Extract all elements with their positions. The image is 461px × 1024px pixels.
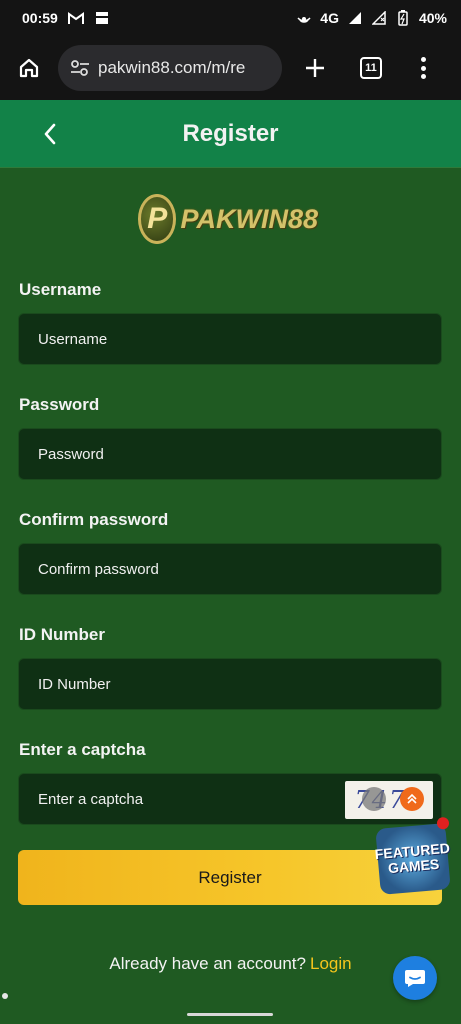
id-number-label: ID Number (19, 625, 105, 644)
signal-icon (347, 10, 363, 26)
edge-indicator (2, 993, 8, 999)
gesture-bar[interactable] (187, 1013, 273, 1016)
captcha-label: Enter a captcha (19, 740, 146, 759)
address-bar[interactable]: pakwin88.com/m/re (58, 45, 282, 91)
id-number-field-wrapper (18, 658, 442, 710)
username-label: Username (19, 280, 102, 299)
chat-bubble-icon (405, 970, 425, 987)
battery-icon (395, 10, 411, 26)
confirm-password-field-wrapper (18, 543, 442, 595)
featured-games-widget[interactable]: FEATURED GAMES (374, 816, 451, 895)
site-settings-icon[interactable] (70, 59, 90, 77)
floating-handle[interactable] (362, 787, 386, 811)
url-text: pakwin88.com/m/re (98, 58, 246, 77)
plus-icon (306, 59, 324, 77)
network-type: 4G (320, 10, 339, 26)
back-button[interactable] (36, 120, 64, 148)
id-number-input[interactable] (38, 675, 338, 693)
password-label: Password (19, 395, 100, 414)
signal-icon-2 (371, 10, 387, 26)
brand-logo: P PAKWIN88 (138, 193, 318, 245)
tab-switcher-button[interactable]: 11 (360, 57, 382, 79)
login-link[interactable]: Login (310, 954, 352, 973)
home-button[interactable] (12, 51, 46, 85)
logo-mark: P (138, 194, 177, 244)
new-tab-button[interactable] (300, 53, 330, 83)
hotspot-icon (296, 10, 312, 26)
double-chevron-up-icon (407, 793, 417, 804)
captcha-input[interactable] (38, 790, 338, 808)
confirm-password-label: Confirm password (19, 510, 169, 529)
login-prompt: Already have an account? Login (0, 954, 461, 974)
gmail-icon (67, 10, 84, 26)
chat-button[interactable] (393, 956, 437, 1000)
menu-dot (420, 57, 426, 62)
menu-dot (420, 74, 426, 79)
password-input[interactable] (38, 445, 338, 463)
app-header: Register (0, 100, 461, 168)
notification-dot (436, 816, 450, 830)
confirm-password-input[interactable] (38, 560, 338, 578)
page-title: Register (182, 119, 279, 147)
browser-toolbar: pakwin88.com/m/re 11 (0, 36, 461, 100)
status-time: 00:59 (22, 10, 58, 26)
username-field-wrapper (18, 313, 442, 365)
storage-icon (94, 10, 110, 26)
chevron-left-icon (44, 123, 56, 145)
username-input[interactable] (38, 330, 338, 348)
login-prompt-text: Already have an account? (109, 954, 306, 973)
menu-dot (420, 65, 426, 71)
logo-text: PAKWIN88 (180, 203, 318, 234)
battery-level: 40% (418, 10, 447, 26)
home-icon (19, 58, 39, 78)
scroll-top-button[interactable] (400, 787, 424, 811)
password-field-wrapper (18, 428, 442, 480)
featured-line-2: GAMES (387, 855, 440, 877)
browser-menu-button[interactable] (418, 55, 428, 81)
status-bar: 00:59 4G 40% (0, 0, 461, 36)
